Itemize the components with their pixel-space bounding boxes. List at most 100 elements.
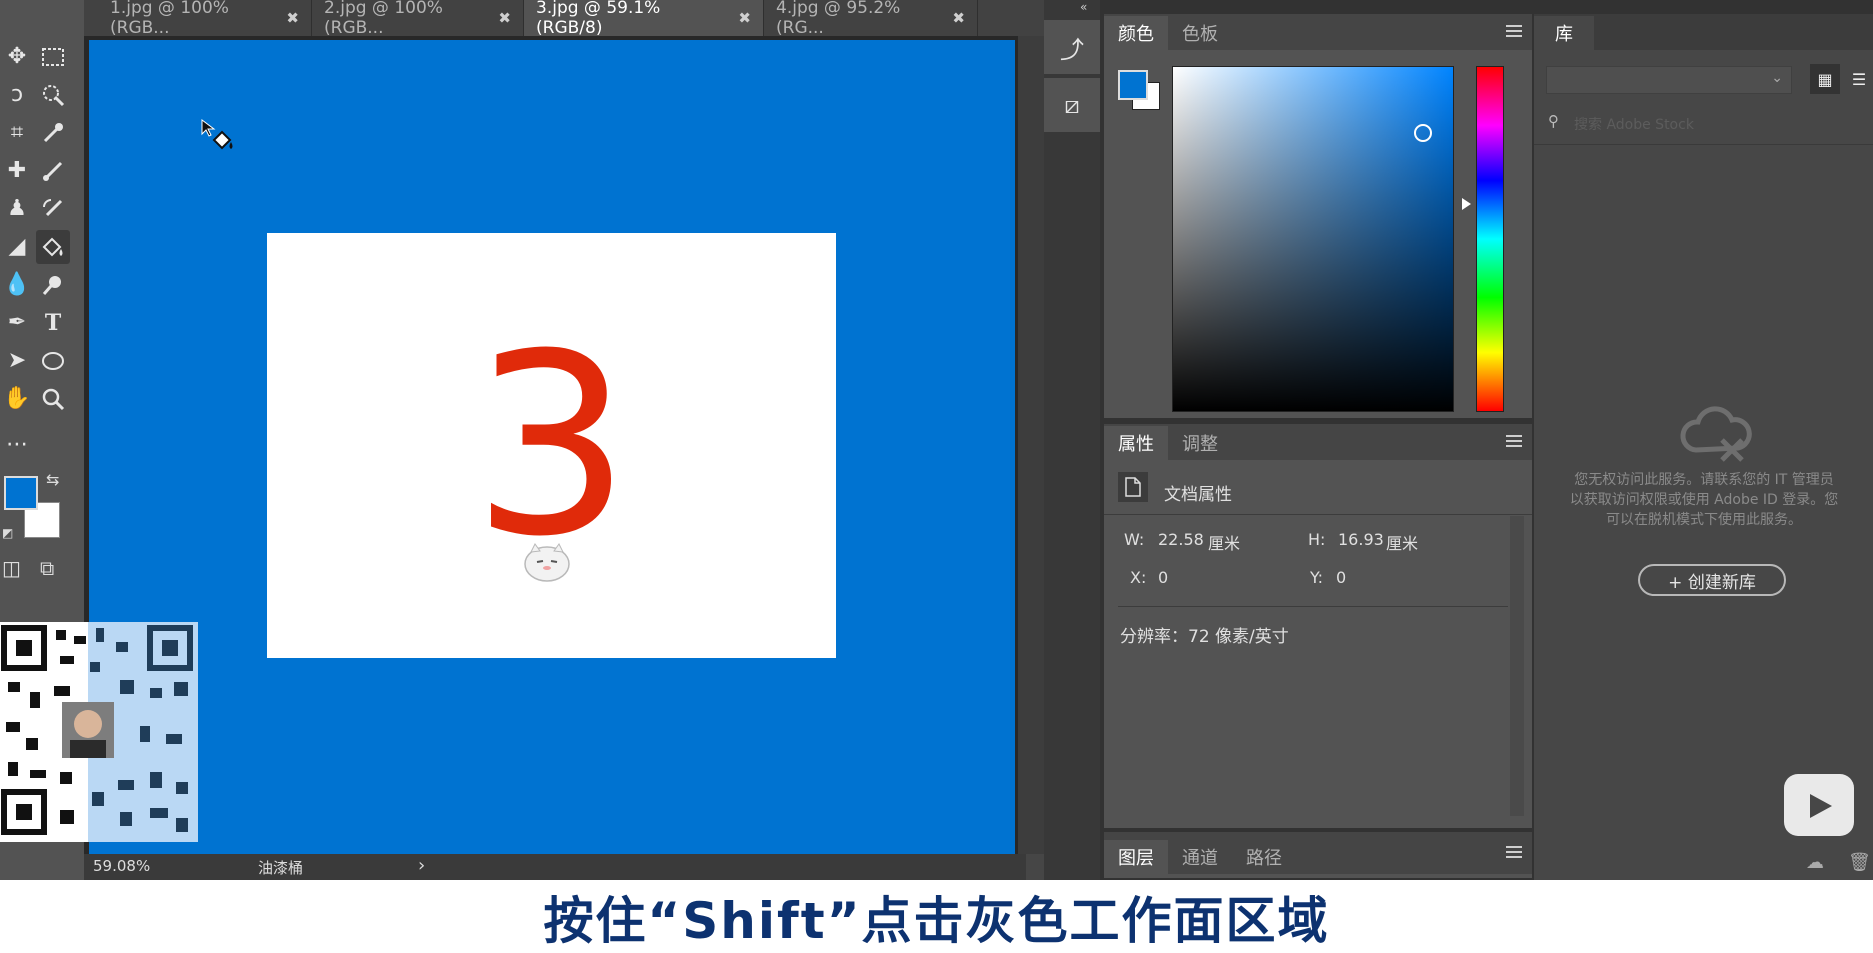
grid-view-icon[interactable]: ▦ (1810, 64, 1840, 94)
tab-document-1[interactable]: 1.jpg @ 100%(RGB... ✖ (98, 0, 312, 38)
fg-color-chip[interactable] (1118, 70, 1148, 100)
quick-mask-icon[interactable]: ◫ (2, 556, 21, 580)
tab-paths[interactable]: 路径 (1232, 840, 1296, 874)
history-panel-icon[interactable]: ⤴ (1044, 20, 1100, 74)
height-label: H: (1308, 530, 1326, 549)
tab-label: 2.jpg @ 100%(RGB... (324, 0, 443, 38)
marquee-tool-icon[interactable] (36, 40, 70, 74)
close-icon[interactable]: ✖ (498, 9, 511, 27)
x-value[interactable]: 0 (1158, 568, 1168, 587)
cloud-sync-icon[interactable]: ☁ (1806, 852, 1824, 873)
video-subtitle: 按住“Shift”点击灰色工作面区域 (0, 880, 1873, 953)
hand-tool-icon[interactable]: ✋ (0, 382, 34, 416)
more-tools-icon[interactable]: ⋯ (0, 428, 34, 462)
hue-slider-handle[interactable] (1462, 198, 1471, 210)
eraser-tool-icon[interactable]: ◢ (0, 230, 34, 264)
healing-brush-tool-icon[interactable]: ✚ (0, 154, 34, 188)
tab-channels[interactable]: 通道 (1168, 840, 1232, 874)
hue-slider[interactable] (1476, 66, 1504, 412)
library-panel: 库 ⌄ ▦ ☰ ⚲ 搜索 Adobe Stock 您无权访问此服务。请联系您的 … (1534, 14, 1873, 880)
divider (1534, 144, 1873, 145)
path-selection-tool-icon[interactable]: ➤ (0, 344, 34, 378)
properties-panel: 属性 调整 文档属性 W: 22.58 厘米 H: 16.93 厘米 X: 0 … (1104, 424, 1532, 828)
ellipse-tool-icon[interactable] (36, 344, 70, 378)
zoom-level[interactable]: 59.08% (93, 857, 150, 875)
y-label: Y: (1310, 568, 1324, 587)
tab-color[interactable]: 颜色 (1104, 16, 1168, 50)
search-icon: ⚲ (1548, 112, 1559, 130)
tab-document-2[interactable]: 2.jpg @ 100%(RGB... ✖ (312, 0, 524, 38)
color-picker-circle[interactable] (1414, 124, 1432, 142)
lasso-tool-icon[interactable]: ↄ (0, 78, 34, 112)
default-colors-icon[interactable]: ◩ (2, 526, 13, 540)
qr-code-image (0, 622, 198, 842)
brush-tool-icon[interactable] (36, 154, 70, 188)
current-tool-name: 油漆桶 (258, 859, 304, 877)
paint-bucket-tool-icon[interactable] (36, 230, 70, 264)
properties-panel-tabs: 属性 调整 (1104, 424, 1532, 460)
tab-document-4[interactable]: 4.jpg @ 95.2%(RG... ✖ (764, 0, 978, 38)
cloud-offline-icon (1676, 402, 1756, 462)
layers-panel: 图层 通道 路径 (1104, 832, 1532, 878)
color-panel-tabs: 颜色 色板 (1104, 14, 1532, 50)
move-tool-icon[interactable]: ✥ (0, 40, 34, 74)
close-icon[interactable]: ✖ (286, 9, 299, 27)
blur-tool-icon[interactable]: 💧 (0, 268, 34, 302)
collapse-arrows-icon[interactable]: « (1080, 0, 1087, 14)
subtitle-text: 按住“Shift”点击灰色工作面区域 (543, 891, 1330, 950)
zoom-tool-icon[interactable] (36, 382, 70, 416)
canvas-vertical-scrollbar[interactable] (1018, 36, 1044, 854)
pen-tool-icon[interactable]: ✒ (0, 306, 34, 340)
list-view-icon[interactable]: ☰ (1846, 64, 1872, 94)
properties-panel-icon[interactable]: ⧄ (1044, 78, 1100, 132)
chevron-down-icon: ⌄ (1771, 70, 1783, 86)
create-library-button[interactable]: + 创建新库 (1638, 564, 1786, 596)
document-properties-title: 文档属性 (1164, 485, 1232, 505)
width-label: W: (1124, 530, 1145, 549)
foreground-color-swatch[interactable] (4, 476, 38, 510)
tab-adjustments[interactable]: 调整 (1168, 426, 1232, 460)
panel-menu-icon[interactable] (1506, 435, 1522, 447)
panel-menu-icon[interactable] (1506, 25, 1522, 37)
tab-document-3[interactable]: 3.jpg @ 59.1%(RGB/8) ✖ (524, 0, 764, 38)
height-unit: 厘米 (1386, 534, 1419, 553)
canvas-digit: 3 (471, 300, 632, 591)
library-select[interactable]: ⌄ (1546, 66, 1792, 94)
tab-label: 3.jpg @ 59.1%(RGB/8) (536, 0, 661, 38)
properties-scrollbar[interactable] (1510, 516, 1524, 816)
library-tab-bar: 库 (1534, 14, 1873, 50)
tab-properties[interactable]: 属性 (1104, 426, 1168, 460)
x-label: X: (1130, 568, 1147, 587)
height-value[interactable]: 16.93 (1338, 530, 1384, 549)
paint-bucket-cursor-icon (200, 118, 240, 158)
color-field[interactable] (1172, 66, 1454, 412)
tab-swatches[interactable]: 色板 (1168, 16, 1232, 50)
document-icon (1118, 472, 1148, 502)
dodge-tool-icon[interactable] (36, 268, 70, 302)
y-value[interactable]: 0 (1336, 568, 1346, 587)
layers-panel-tabs: 图层 通道 路径 (1104, 832, 1532, 874)
swap-colors-icon[interactable]: ⇆ (46, 470, 59, 489)
panel-menu-icon[interactable] (1506, 846, 1522, 858)
tab-layers[interactable]: 图层 (1104, 840, 1168, 874)
divider (1104, 514, 1532, 515)
stock-search-input[interactable]: 搜索 Adobe Stock (1574, 114, 1694, 134)
tab-library[interactable]: 库 (1534, 16, 1594, 50)
type-tool-icon[interactable]: T (36, 306, 70, 340)
library-message: 您无权访问此服务。请联系您的 IT 管理员以获取访问权限或使用 Adobe ID… (1569, 472, 1839, 528)
close-icon[interactable]: ✖ (738, 9, 751, 27)
stamp-tool-icon[interactable]: ♟ (0, 192, 34, 226)
document-tab-bar: 1.jpg @ 100%(RGB... ✖ 2.jpg @ 100%(RGB...… (84, 0, 1044, 38)
quick-selection-tool-icon[interactable] (36, 78, 70, 112)
screen-mode-icon[interactable]: ⧉ (40, 556, 54, 580)
width-value[interactable]: 22.58 (1158, 530, 1204, 549)
resolution-text: 分辨率：72 像素/英寸 (1120, 627, 1289, 647)
close-icon[interactable]: ✖ (952, 9, 965, 27)
trash-icon[interactable]: 🗑 (1848, 852, 1871, 873)
crop-tool-icon[interactable]: ⌗ (0, 116, 34, 150)
eyedropper-tool-icon[interactable] (36, 116, 70, 150)
tab-label: 1.jpg @ 100%(RGB... (110, 0, 229, 38)
history-brush-tool-icon[interactable] (36, 192, 70, 226)
status-arrow-icon[interactable]: › (418, 855, 425, 876)
divider (1118, 606, 1508, 607)
